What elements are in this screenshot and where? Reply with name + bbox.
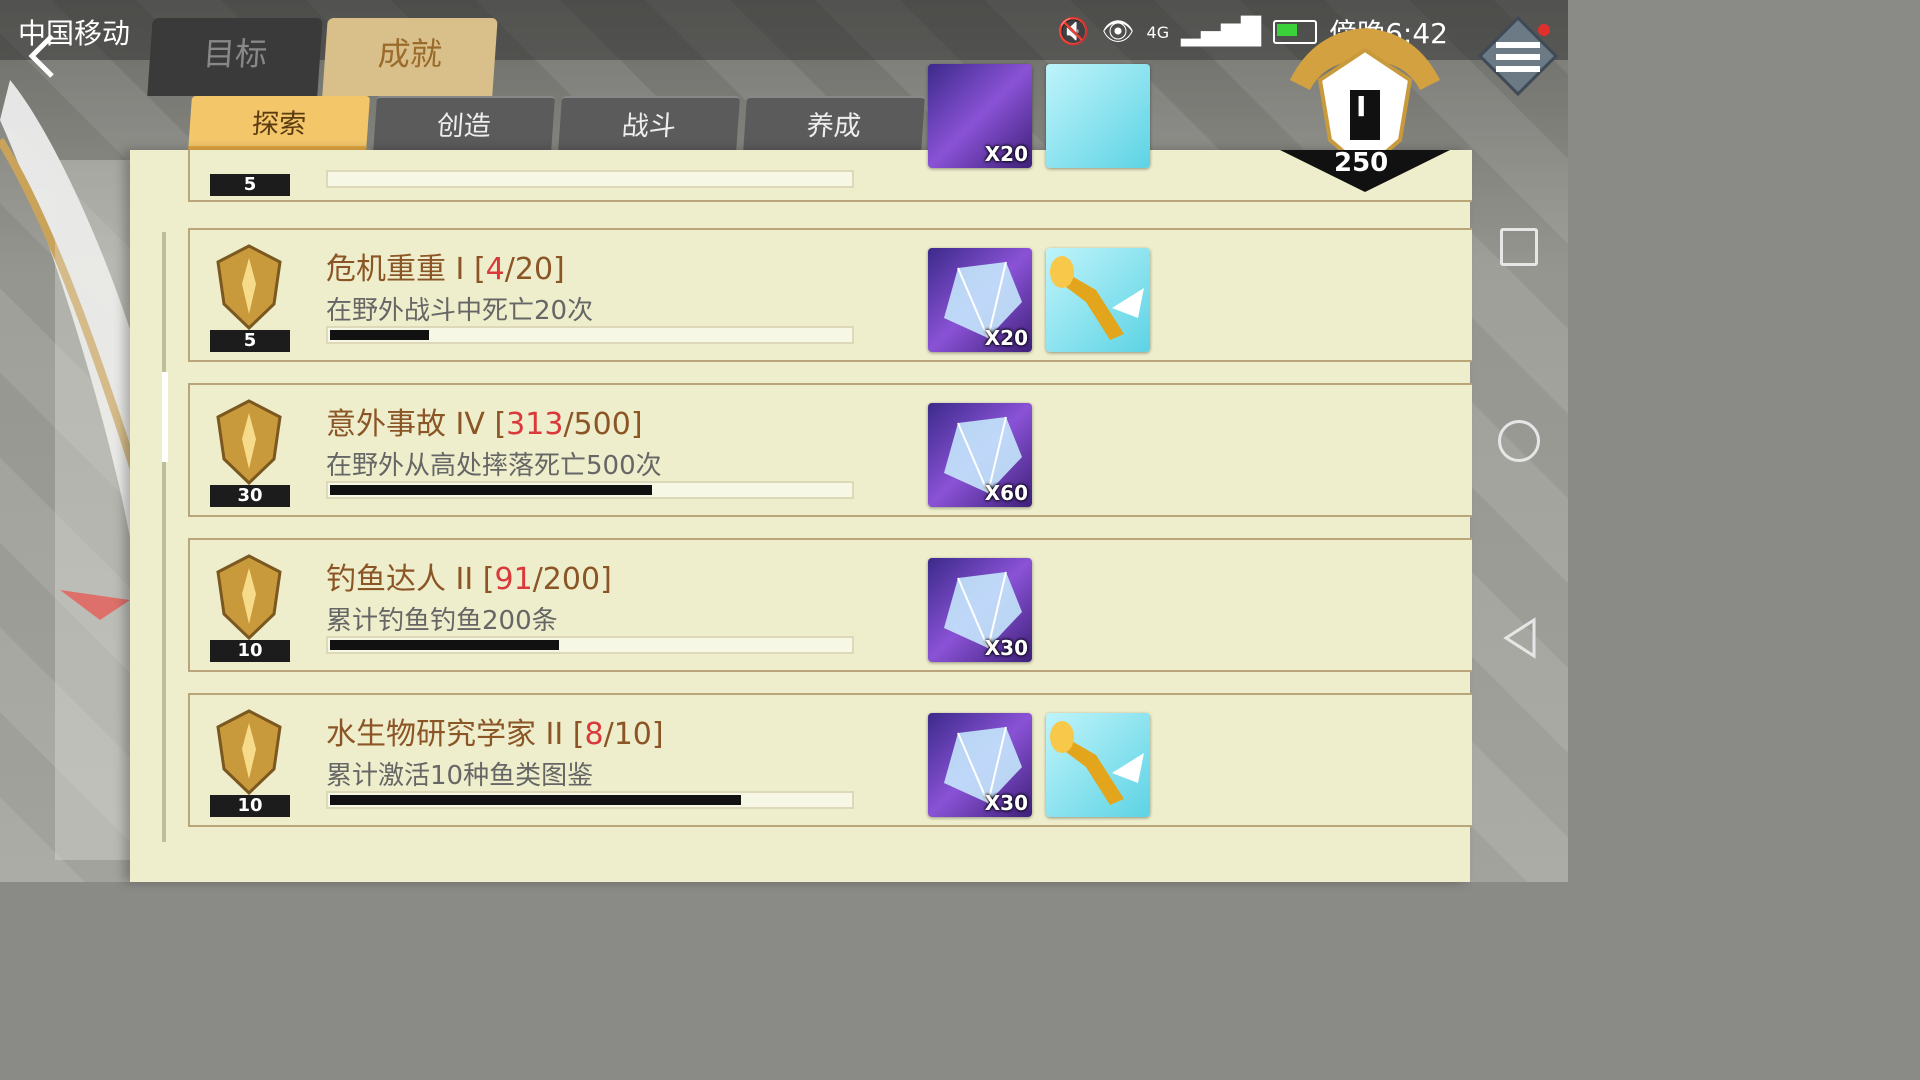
subtab-nurture[interactable]: 养成 xyxy=(742,96,926,154)
rank-tier: I xyxy=(1356,90,1367,123)
achievement-current: 313 xyxy=(506,407,564,442)
shield-medal-icon xyxy=(216,554,282,640)
progress-fill xyxy=(330,640,559,650)
achievement-description: 累计激活10种鱼类图鉴 xyxy=(326,761,594,791)
reward-qty: X30 xyxy=(984,791,1028,815)
mute-icon: 🔇 xyxy=(1057,17,1090,47)
subtab-battle[interactable]: 战斗 xyxy=(557,96,741,154)
achievement-row: 10 钓鱼达人 II [91/200] 累计钓鱼钓鱼200条 X30 xyxy=(188,538,1472,672)
medal-level: 10 xyxy=(210,640,290,662)
home-button[interactable] xyxy=(1498,420,1540,462)
reward-crystal[interactable]: X60 xyxy=(928,403,1032,507)
shield-medal-icon xyxy=(216,399,282,485)
achievement-title: 钓鱼达人 II [91/200] xyxy=(326,562,612,597)
reward-crystal[interactable]: X20 xyxy=(928,248,1032,352)
tab-achievements[interactable]: 成就 xyxy=(322,18,498,96)
subtab-explore[interactable]: 探索 xyxy=(188,96,370,152)
achievement-total: 10 xyxy=(613,717,652,752)
signal-icon: ▂▄▆█ xyxy=(1181,17,1262,47)
reward-qty: X20 xyxy=(984,142,1028,166)
shield-medal-icon xyxy=(216,244,282,330)
reward-horn[interactable] xyxy=(1046,713,1150,817)
reward-qty: X30 xyxy=(984,636,1028,660)
achievement-row: 5 危机重重 I [4/20] 在野外战斗中死亡20次 X20 xyxy=(188,228,1472,362)
back-arrow-icon xyxy=(28,34,54,78)
achievement-total: 200 xyxy=(542,562,601,597)
achievement-name: 水生物研究学家 II xyxy=(326,717,564,752)
eye-icon: 👁 xyxy=(1101,17,1135,47)
menu-icon xyxy=(1477,15,1559,97)
achievement-row: 10 水生物研究学家 II [8/10] 累计激活10种鱼类图鉴 X30 xyxy=(188,693,1472,827)
shield-medal-icon xyxy=(216,709,282,795)
achievement-current: 8 xyxy=(584,717,604,752)
achievement-description: 在野外战斗中死亡20次 xyxy=(326,296,594,326)
back-button[interactable] xyxy=(22,30,70,78)
medal-level: 10 xyxy=(210,795,290,817)
reward-crystal[interactable]: X30 xyxy=(928,558,1032,662)
progress-bar xyxy=(326,170,854,188)
achievement-current: 4 xyxy=(485,252,505,287)
menu-button[interactable] xyxy=(1477,15,1559,97)
nav-back-icon[interactable] xyxy=(1500,616,1540,660)
achievement-total: 500 xyxy=(573,407,631,442)
achievement-name: 危机重重 I xyxy=(326,252,465,287)
reward-horn[interactable] xyxy=(1046,248,1150,352)
progress-fill xyxy=(330,330,429,340)
achievement-description: 在野外从高处摔落死亡500次 xyxy=(326,451,662,481)
achievement-name: 意外事故 IV xyxy=(326,407,485,442)
achievement-title: 危机重重 I [4/20] xyxy=(326,252,565,287)
reward-crystal[interactable]: X30 xyxy=(928,713,1032,817)
reward-qty: X60 xyxy=(984,481,1028,505)
tab-goals[interactable]: 目标 xyxy=(147,18,323,96)
network-label: 4G xyxy=(1146,22,1170,42)
progress-bar xyxy=(326,636,854,654)
reward-crystal[interactable]: X20 xyxy=(928,64,1032,168)
achievement-current: 91 xyxy=(494,562,533,597)
achievement-name: 钓鱼达人 II xyxy=(326,562,474,597)
rank-points: 250 xyxy=(1334,148,1389,178)
horn-icon xyxy=(1050,256,1144,340)
reward-qty: X20 xyxy=(984,326,1028,350)
progress-fill xyxy=(330,795,741,805)
achievement-row: 30 意外事故 IV [313/500] 在野外从高处摔落死亡500次 X60 xyxy=(188,383,1472,517)
medal-level: 5 xyxy=(210,330,290,352)
achievement-title: 水生物研究学家 II [8/10] xyxy=(326,717,664,752)
subtab-create[interactable]: 创造 xyxy=(372,96,556,154)
scrollbar-thumb[interactable] xyxy=(162,372,168,462)
progress-bar xyxy=(326,791,854,809)
reward-horn[interactable] xyxy=(1046,64,1150,168)
scrollbar-track[interactable] xyxy=(162,232,166,842)
achievement-title: 意外事故 IV [313/500] xyxy=(326,407,643,442)
recent-apps-button[interactable] xyxy=(1500,228,1538,266)
rank-badge[interactable]: I 250 xyxy=(1270,20,1460,200)
progress-bar xyxy=(326,326,854,344)
progress-fill xyxy=(330,485,653,495)
medal-level: 30 xyxy=(210,485,290,507)
achievement-total: 20 xyxy=(514,252,554,287)
achievement-description: 累计钓鱼钓鱼200条 xyxy=(326,606,558,636)
medal-level: 5 xyxy=(210,174,290,196)
progress-bar xyxy=(326,481,854,499)
horn-icon xyxy=(1050,721,1144,805)
